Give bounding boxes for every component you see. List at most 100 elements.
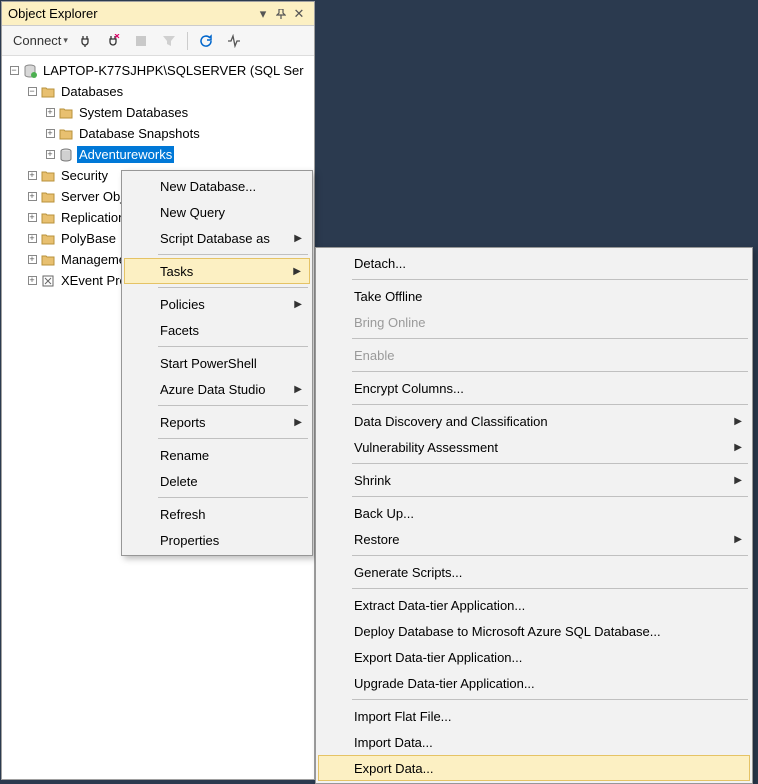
separator [352,555,748,556]
menu-bring-online: Bring Online [318,309,750,335]
expand-icon[interactable]: + [26,233,38,245]
menu-facets[interactable]: Facets [124,317,310,343]
menu-restore[interactable]: Restore▶ [318,526,750,552]
stop-button[interactable] [128,30,154,52]
folder-icon [40,168,56,184]
menu-new-query[interactable]: New Query [124,199,310,225]
menu-powershell[interactable]: Start PowerShell [124,350,310,376]
submenu-arrow-icon: ▶ [734,534,742,545]
refresh-icon [198,33,214,49]
submenu-arrow-icon: ▶ [294,299,302,310]
xevent-icon [40,273,56,289]
menu-deploy-azure[interactable]: Deploy Database to Microsoft Azure SQL D… [318,618,750,644]
separator [158,497,308,498]
tree-node-adventureworks[interactable]: + Adventureworks [4,144,312,165]
menu-shrink[interactable]: Shrink▶ [318,467,750,493]
menu-extract-dactier[interactable]: Extract Data-tier Application... [318,592,750,618]
folder-icon [58,126,74,142]
chevron-down-icon: ▾ [63,35,68,46]
connect-button[interactable]: Connect▾ [8,30,70,52]
folder-icon [40,252,56,268]
expand-icon[interactable]: + [44,128,56,140]
separator [158,438,308,439]
expand-icon[interactable]: + [26,191,38,203]
menu-import-flat-file[interactable]: Import Flat File... [318,703,750,729]
expand-icon[interactable]: + [26,212,38,224]
menu-upgrade-dactier[interactable]: Upgrade Data-tier Application... [318,670,750,696]
folder-icon [40,189,56,205]
activity-icon [226,33,242,49]
menu-new-database[interactable]: New Database... [124,173,310,199]
refresh-button[interactable] [193,30,219,52]
tree-node-sysdb[interactable]: + System Databases [4,102,312,123]
dropdown-icon[interactable]: ▾ [254,5,272,23]
context-menu-tasks: Detach... Take Offline Bring Online Enab… [315,247,753,784]
menu-policies[interactable]: Policies▶ [124,291,310,317]
filter-button[interactable] [156,30,182,52]
menu-tasks[interactable]: Tasks▶ [124,258,310,284]
menu-export-data[interactable]: Export Data... [318,755,750,781]
plug-x-icon [105,33,121,49]
separator [158,405,308,406]
folder-icon [58,105,74,121]
submenu-arrow-icon: ▶ [734,442,742,453]
tree-node-server[interactable]: − LAPTOP-K77SJHPK\SQLSERVER (SQL Ser [4,60,312,81]
menu-take-offline[interactable]: Take Offline [318,283,750,309]
separator [352,463,748,464]
separator [352,279,748,280]
disconnect-button[interactable] [72,30,98,52]
separator [352,496,748,497]
menu-export-dactier[interactable]: Export Data-tier Application... [318,644,750,670]
folder-icon [40,210,56,226]
filter-icon [161,33,177,49]
menu-backup[interactable]: Back Up... [318,500,750,526]
toolbar: Connect▾ [2,26,314,56]
menu-reports[interactable]: Reports▶ [124,409,310,435]
expand-icon[interactable]: + [26,275,38,287]
collapse-icon[interactable]: − [26,86,38,98]
menu-vulnerability[interactable]: Vulnerability Assessment▶ [318,434,750,460]
collapse-icon[interactable]: − [8,65,20,77]
menu-detach[interactable]: Detach... [318,250,750,276]
context-menu-database: New Database... New Query Script Databas… [121,170,313,556]
stop-icon [133,33,149,49]
separator [352,404,748,405]
submenu-arrow-icon: ▶ [294,233,302,244]
menu-import-data[interactable]: Import Data... [318,729,750,755]
panel-titlebar: Object Explorer ▾ ✕ [2,2,314,26]
tree-node-snapshots[interactable]: + Database Snapshots [4,123,312,144]
menu-azure-data-studio[interactable]: Azure Data Studio▶ [124,376,310,402]
menu-properties[interactable]: Properties [124,527,310,553]
menu-refresh[interactable]: Refresh [124,501,310,527]
separator [187,32,188,50]
separator [352,588,748,589]
submenu-arrow-icon: ▶ [293,266,301,277]
separator [352,338,748,339]
menu-data-discovery[interactable]: Data Discovery and Classification▶ [318,408,750,434]
expand-icon[interactable]: + [44,107,56,119]
tree-node-databases[interactable]: − Databases [4,81,312,102]
folder-icon [40,231,56,247]
submenu-arrow-icon: ▶ [734,416,742,427]
close-icon[interactable]: ✕ [290,5,308,23]
submenu-arrow-icon: ▶ [294,384,302,395]
activity-button[interactable] [221,30,247,52]
separator [158,287,308,288]
menu-delete[interactable]: Delete [124,468,310,494]
expand-icon[interactable]: + [26,254,38,266]
expand-icon[interactable]: + [26,170,38,182]
separator [158,254,308,255]
disconnect-all-button[interactable] [100,30,126,52]
submenu-arrow-icon: ▶ [294,417,302,428]
menu-generate-scripts[interactable]: Generate Scripts... [318,559,750,585]
panel-title: Object Explorer [8,6,254,21]
pin-icon[interactable] [272,5,290,23]
menu-enable: Enable [318,342,750,368]
server-icon [22,63,38,79]
expand-icon[interactable]: + [44,149,56,161]
menu-script-database[interactable]: Script Database as▶ [124,225,310,251]
menu-encrypt-columns[interactable]: Encrypt Columns... [318,375,750,401]
separator [352,699,748,700]
separator [352,371,748,372]
menu-rename[interactable]: Rename [124,442,310,468]
